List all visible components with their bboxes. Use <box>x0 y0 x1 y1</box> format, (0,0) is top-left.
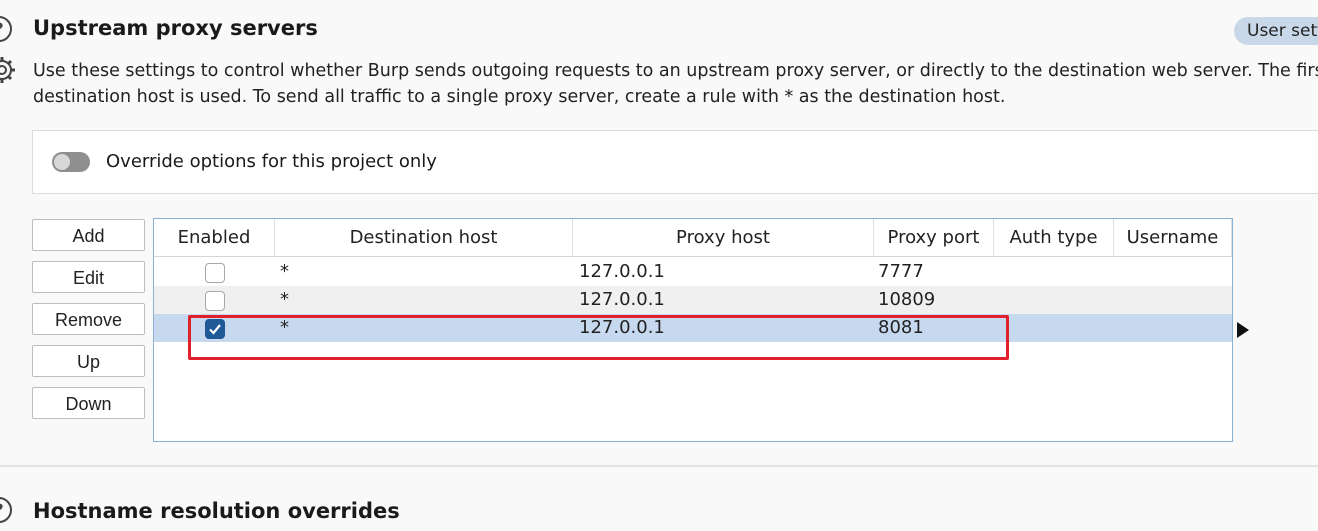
description-line-1: Use these settings to control whether Bu… <box>33 61 1318 81</box>
section-divider <box>0 465 1318 467</box>
column-header-destination-host[interactable]: Destination host <box>275 219 573 256</box>
remove-button[interactable]: Remove <box>32 303 145 335</box>
settings-gear-icon[interactable] <box>0 56 16 84</box>
override-panel: Override options for this project only <box>32 130 1318 194</box>
section-title: Upstream proxy servers <box>33 16 318 40</box>
proxy-host-cell: 127.0.0.1 <box>579 289 665 310</box>
column-header-proxy-host[interactable]: Proxy host <box>573 219 874 256</box>
help-icon[interactable]: ? <box>0 497 12 523</box>
row-pointer-arrow-icon <box>1237 322 1249 338</box>
user-settings-badge: User sett <box>1234 17 1318 45</box>
up-button[interactable]: Up <box>32 345 145 377</box>
help-icon[interactable]: ? <box>0 16 12 42</box>
enabled-checkbox[interactable] <box>205 291 225 311</box>
column-header-username[interactable]: Username <box>1114 219 1232 256</box>
destination-host-cell: * <box>280 261 289 282</box>
section-description: Use these settings to control whether Bu… <box>33 58 1318 110</box>
column-header-auth-type[interactable]: Auth type <box>994 219 1114 256</box>
table-row[interactable]: * 127.0.0.1 7777 <box>154 258 1232 286</box>
proxy-host-cell: 127.0.0.1 <box>579 261 665 282</box>
column-header-enabled[interactable]: Enabled <box>154 219 275 256</box>
override-toggle[interactable] <box>52 152 90 172</box>
next-section-title: Hostname resolution overrides <box>33 499 400 523</box>
add-button[interactable]: Add <box>32 219 145 251</box>
down-button[interactable]: Down <box>32 387 145 419</box>
override-label: Override options for this project only <box>106 151 437 172</box>
red-highlight-annotation <box>188 315 1009 360</box>
description-line-2: destination host is used. To send all tr… <box>33 87 1006 107</box>
proxy-port-cell: 7777 <box>878 261 924 282</box>
proxy-port-cell: 10809 <box>878 289 936 310</box>
edit-button[interactable]: Edit <box>32 261 145 293</box>
table-header: Enabled Destination host Proxy host Prox… <box>154 219 1232 257</box>
destination-host-cell: * <box>280 289 289 310</box>
table-row[interactable]: * 127.0.0.1 10809 <box>154 286 1232 314</box>
enabled-checkbox[interactable] <box>205 263 225 283</box>
column-header-proxy-port[interactable]: Proxy port <box>874 219 994 256</box>
